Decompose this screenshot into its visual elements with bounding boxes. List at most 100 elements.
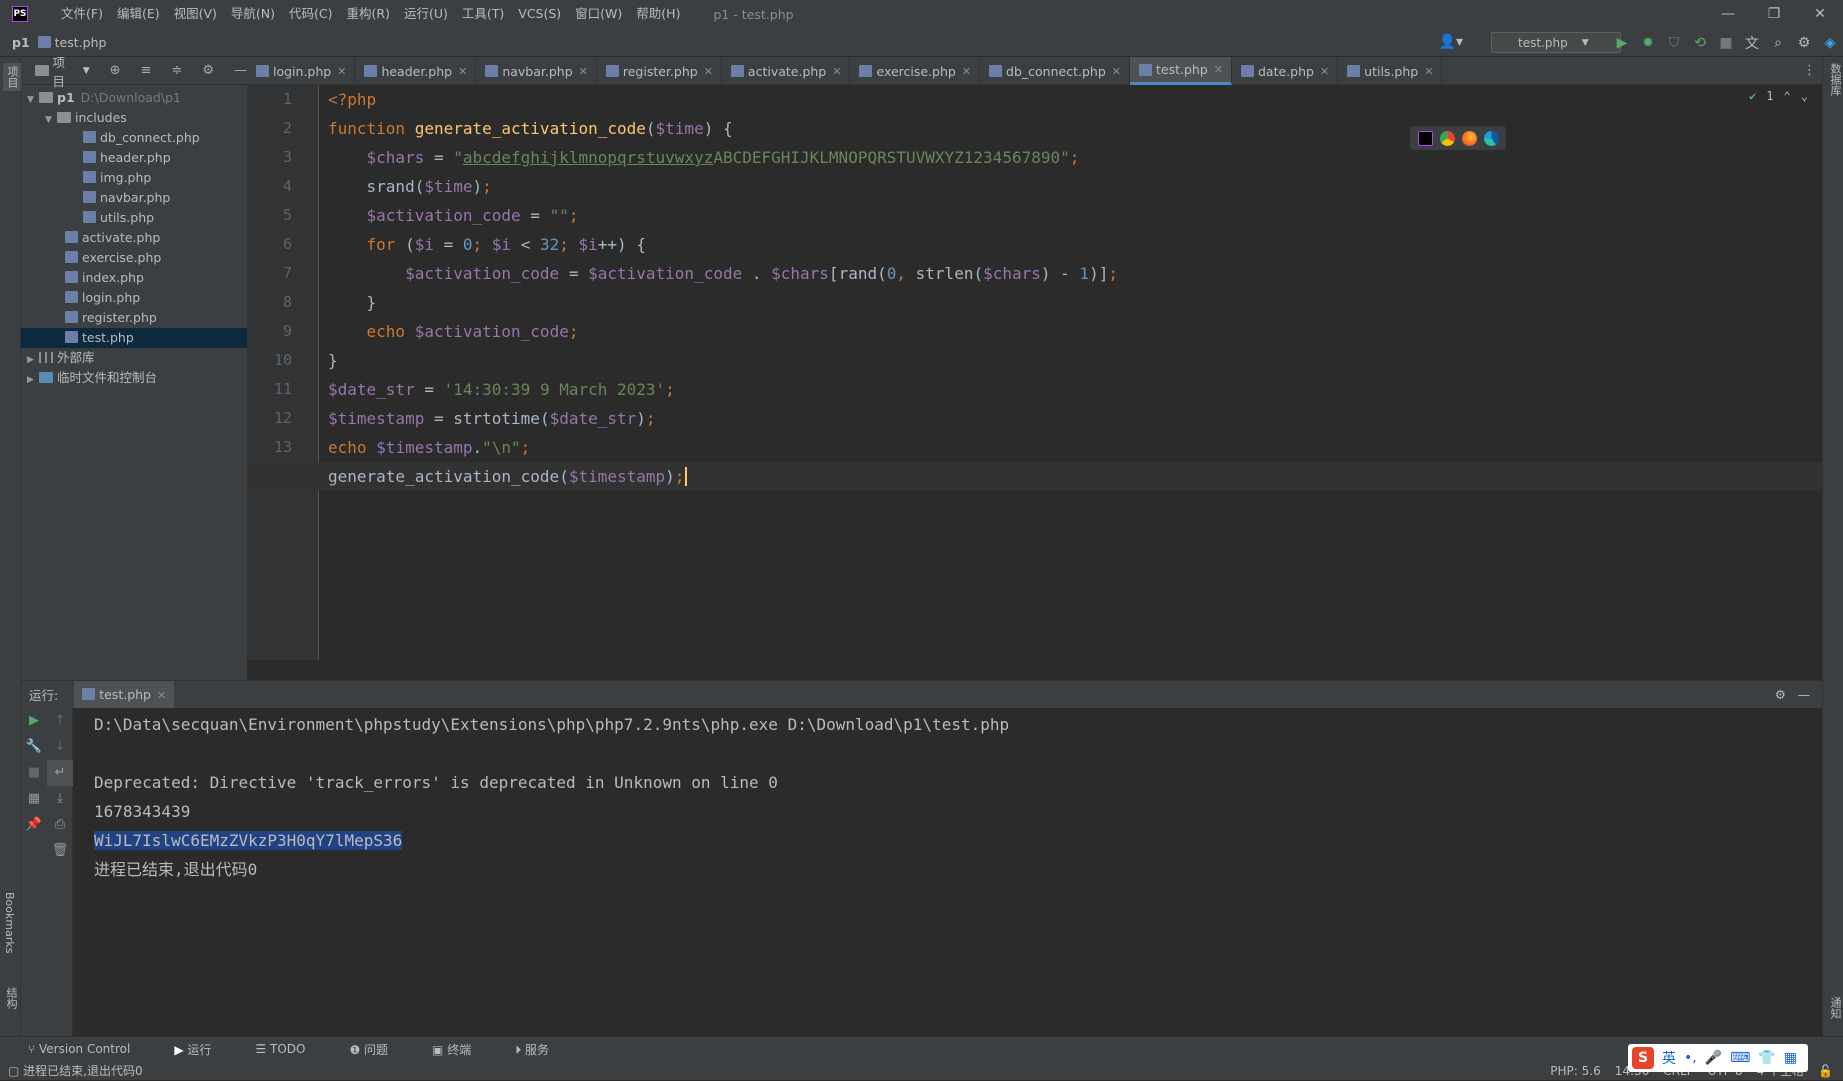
debug-icon[interactable]: ✹ <box>1635 35 1661 51</box>
close-icon[interactable]: ✕ <box>1112 65 1121 78</box>
gear-icon[interactable]: ⚙ <box>1775 687 1786 702</box>
menu-help[interactable]: 帮助(H) <box>629 0 687 28</box>
collapse-all-icon[interactable]: ≑ <box>171 63 182 78</box>
coverage-icon[interactable]: ⛉ <box>1661 35 1687 51</box>
sogou-logo[interactable]: S <box>1632 1047 1654 1069</box>
wrench-icon[interactable]: 🔧 <box>21 734 47 760</box>
structure-tool-tab[interactable]: 结构 <box>3 987 19 1009</box>
restore-button[interactable]: ❐ <box>1751 0 1797 28</box>
firefox-icon[interactable] <box>1461 130 1477 146</box>
code-area[interactable]: <?php function generate_activation_code(… <box>247 85 1822 660</box>
skin-icon[interactable]: 👕 <box>1758 1050 1775 1066</box>
tab-login[interactable]: login.php ✕ <box>247 57 356 85</box>
chevron-down-icon[interactable]: ⌄ <box>1801 89 1808 103</box>
close-icon[interactable]: ✕ <box>1214 63 1223 76</box>
code-editor[interactable]: 1 2 3 4 5 6 7 8 9 10 11 12 13 14 <?php f… <box>247 85 1822 680</box>
trash-icon[interactable]: 🗑 <box>47 838 73 864</box>
close-icon[interactable]: ✕ <box>1424 65 1433 78</box>
tab-navbar[interactable]: navbar.php ✕ <box>476 57 597 85</box>
hide-icon[interactable]: — <box>1798 687 1811 702</box>
breadcrumb-project[interactable]: p1 <box>12 35 30 50</box>
tab-utils[interactable]: utils.php ✕ <box>1338 57 1443 85</box>
tool-terminal[interactable]: ▣ 终端 <box>432 1041 493 1058</box>
tree-item-file[interactable]: activate.php <box>21 228 247 248</box>
gear-icon[interactable]: ⚙ <box>202 63 214 78</box>
tool-version-control[interactable]: ⑂ Version Control <box>28 1042 152 1056</box>
project-tool-tab[interactable]: 项目 <box>3 63 21 91</box>
hide-icon[interactable]: — <box>234 63 247 78</box>
microphone-icon[interactable]: 🎤 <box>1705 1050 1722 1066</box>
tree-item-file[interactable]: header.php <box>21 148 247 168</box>
keyboard-icon[interactable]: ⌨ <box>1730 1050 1750 1066</box>
pin-icon[interactable]: 📌 <box>21 812 47 838</box>
tree-item-file[interactable]: utils.php <box>21 208 247 228</box>
search-icon[interactable]: ⌕ <box>1765 35 1791 51</box>
tree-item-scratches[interactable]: ▶ 临时文件和控制台 <box>21 368 247 388</box>
tree-item-file-selected[interactable]: test.php <box>21 328 247 348</box>
tree-item-file[interactable]: db_connect.php <box>21 128 247 148</box>
arrow-up-icon[interactable]: ↑ <box>47 708 73 734</box>
tree-item-external-libraries[interactable]: ▶ 外部库 <box>21 348 247 368</box>
close-icon[interactable]: ✕ <box>962 65 971 78</box>
project-panel-title[interactable]: 项目 <box>53 52 77 90</box>
tree-item-file[interactable]: login.php <box>21 288 247 308</box>
run-config-select[interactable]: test.php ▼ <box>1491 32 1621 53</box>
close-icon[interactable]: ✕ <box>832 65 841 78</box>
minimize-button[interactable]: — <box>1705 0 1751 28</box>
breadcrumb-file[interactable]: test.php <box>37 35 106 50</box>
tool-services[interactable]: ⏵ 服务 <box>515 1041 571 1058</box>
close-button[interactable]: ✕ <box>1797 0 1843 28</box>
tool-run[interactable]: ▶ 运行 <box>174 1041 233 1058</box>
gear-icon[interactable]: ⚙ <box>1791 35 1817 51</box>
stop-icon[interactable]: ■ <box>21 760 47 786</box>
menu-vcs[interactable]: VCS(S) <box>511 0 568 28</box>
tree-item-file[interactable]: exercise.php <box>21 248 247 268</box>
user-icon[interactable]: 👤▾ <box>1439 34 1463 50</box>
more-tabs-icon[interactable]: ⋮ <box>1803 63 1816 78</box>
arrow-down-icon[interactable]: ↓ <box>47 734 73 760</box>
php-version[interactable]: PHP: 5.6 <box>1550 1061 1600 1081</box>
close-icon[interactable]: ✕ <box>458 65 467 78</box>
close-icon[interactable]: ✕ <box>337 65 346 78</box>
tab-db-connect[interactable]: db_connect.php ✕ <box>980 57 1130 85</box>
chevron-down-icon[interactable]: ▼ <box>83 66 90 76</box>
menu-code[interactable]: 代码(C) <box>282 0 339 28</box>
ime-language[interactable]: 英 <box>1662 1048 1676 1068</box>
menu-edit[interactable]: 编辑(E) <box>110 0 167 28</box>
notifications-tool-tab[interactable]: 通知 <box>1827 997 1843 1019</box>
tab-header[interactable]: header.php ✕ <box>355 57 477 85</box>
tab-test-active[interactable]: test.php ✕ <box>1129 57 1232 85</box>
bookmarks-tool-tab[interactable]: Bookmarks <box>3 892 16 953</box>
menu-run[interactable]: 运行(U) <box>397 0 455 28</box>
scroll-to-end-icon[interactable]: ⤓ <box>47 786 73 812</box>
database-tool-tab[interactable]: 数据库 <box>1827 63 1843 96</box>
edge-icon[interactable] <box>1483 130 1499 146</box>
tool-todo[interactable]: ☰ TODO <box>255 1042 327 1056</box>
plugin-icon[interactable]: ◈ <box>1817 35 1843 51</box>
phpstorm-icon[interactable] <box>1417 130 1433 146</box>
rerun-icon[interactable]: ▶ <box>21 708 47 734</box>
soft-wrap-icon[interactable]: ↵ <box>47 760 73 786</box>
expand-all-icon[interactable]: ≡ <box>141 63 152 78</box>
menu-window[interactable]: 窗口(W) <box>568 0 629 28</box>
tree-item-p1[interactable]: ▼ p1 D:\Download\p1 <box>21 88 247 108</box>
tool-problems[interactable]: ❶ 问题 <box>349 1041 410 1058</box>
profile-icon[interactable]: ⟲ <box>1687 35 1713 51</box>
close-icon[interactable]: ✕ <box>579 65 588 78</box>
locate-icon[interactable]: ⊕ <box>110 63 121 78</box>
tab-date[interactable]: date.php ✕ <box>1232 57 1339 85</box>
tree-item-file[interactable]: register.php <box>21 308 247 328</box>
close-icon[interactable]: ✕ <box>1320 65 1329 78</box>
stop-icon[interactable]: ■ <box>1713 35 1739 51</box>
menu-tools[interactable]: 工具(T) <box>455 0 511 28</box>
menu-view[interactable]: 视图(V) <box>167 0 224 28</box>
print-icon[interactable]: ⎙ <box>47 812 73 838</box>
window-icon[interactable]: ▢ <box>8 1064 23 1078</box>
close-icon[interactable]: ✕ <box>704 65 713 78</box>
run-tab-test[interactable]: test.php ✕ <box>74 681 175 708</box>
run-icon[interactable]: ▶ <box>1609 35 1635 51</box>
inspection-widget[interactable]: ✔ 1 ⌃ ⌄ <box>1749 89 1808 103</box>
tree-item-file[interactable]: navbar.php <box>21 188 247 208</box>
menu-navigate[interactable]: 导航(N) <box>224 0 282 28</box>
tab-exercise[interactable]: exercise.php ✕ <box>850 57 981 85</box>
